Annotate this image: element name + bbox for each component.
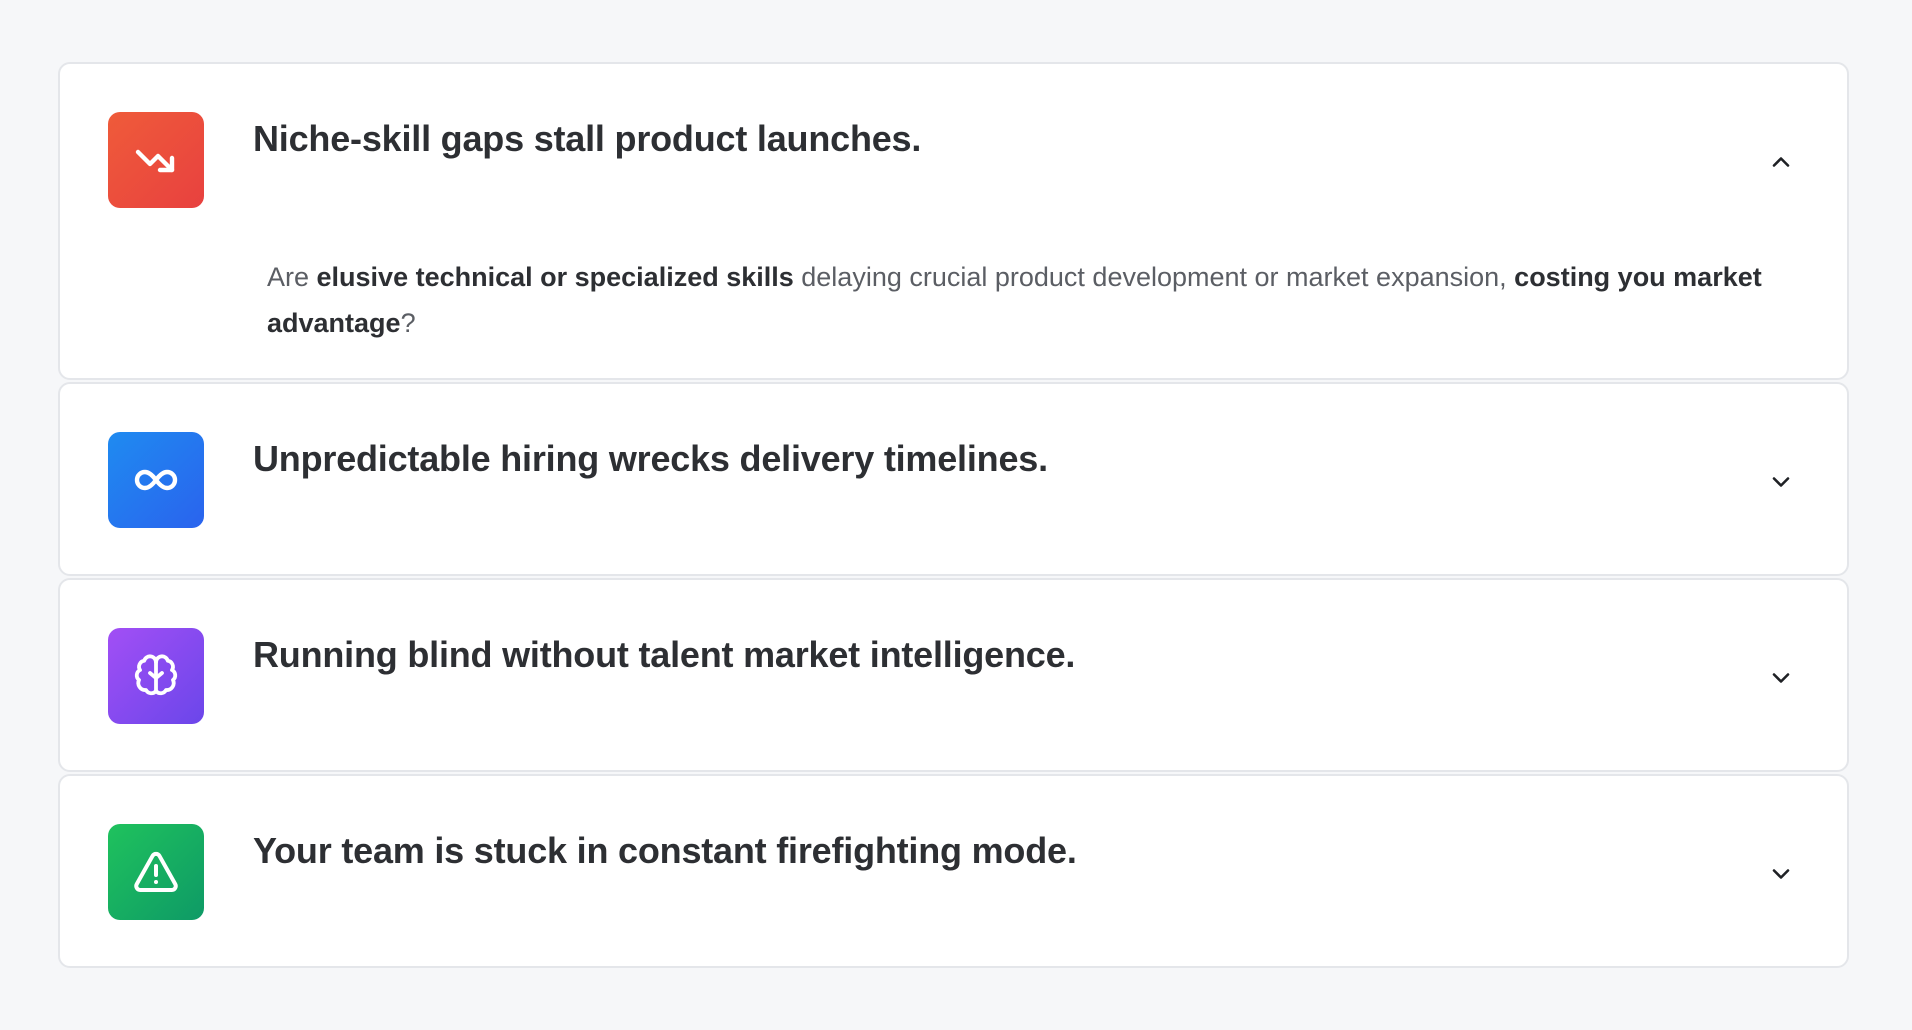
accordion-header-niche-skill[interactable]: Niche-skill gaps stall product launches. — [60, 64, 1847, 264]
body-emphasis: elusive technical or specialized skills — [316, 262, 794, 292]
accordion-header-hiring[interactable]: Unpredictable hiring wrecks delivery tim… — [60, 384, 1847, 578]
accordion-title: Niche-skill gaps stall product launches. — [253, 118, 922, 159]
accordion-body: Are elusive technical or specialized ski… — [267, 254, 1797, 346]
accordion-item-niche-skill: Niche-skill gaps stall product launches.… — [58, 62, 1849, 380]
brain-icon — [108, 628, 204, 724]
accordion-item-hiring: Unpredictable hiring wrecks delivery tim… — [58, 382, 1849, 576]
accordion-item-market-intelligence: Running blind without talent market inte… — [58, 578, 1849, 772]
chevron-up-icon[interactable] — [1767, 148, 1795, 176]
trending-down-icon — [108, 112, 204, 208]
chevron-down-icon[interactable] — [1767, 664, 1795, 692]
accordion-title: Unpredictable hiring wrecks delivery tim… — [253, 438, 1048, 479]
body-text: delaying crucial product development or … — [793, 262, 1515, 292]
body-text: Are — [267, 262, 317, 292]
infinity-icon — [108, 432, 204, 528]
accordion-header-firefighting[interactable]: Your team is stuck in constant firefight… — [60, 776, 1847, 970]
chevron-down-icon[interactable] — [1767, 468, 1795, 496]
accordion-title: Your team is stuck in constant firefight… — [253, 830, 1077, 871]
warning-triangle-icon — [108, 824, 204, 920]
body-text: ? — [400, 308, 416, 338]
accordion-header-market-intelligence[interactable]: Running blind without talent market inte… — [60, 580, 1847, 774]
chevron-down-icon[interactable] — [1767, 860, 1795, 888]
faq-accordion: Niche-skill gaps stall product launches.… — [58, 62, 1849, 970]
accordion-title: Running blind without talent market inte… — [253, 634, 1076, 675]
accordion-item-firefighting: Your team is stuck in constant firefight… — [58, 774, 1849, 968]
